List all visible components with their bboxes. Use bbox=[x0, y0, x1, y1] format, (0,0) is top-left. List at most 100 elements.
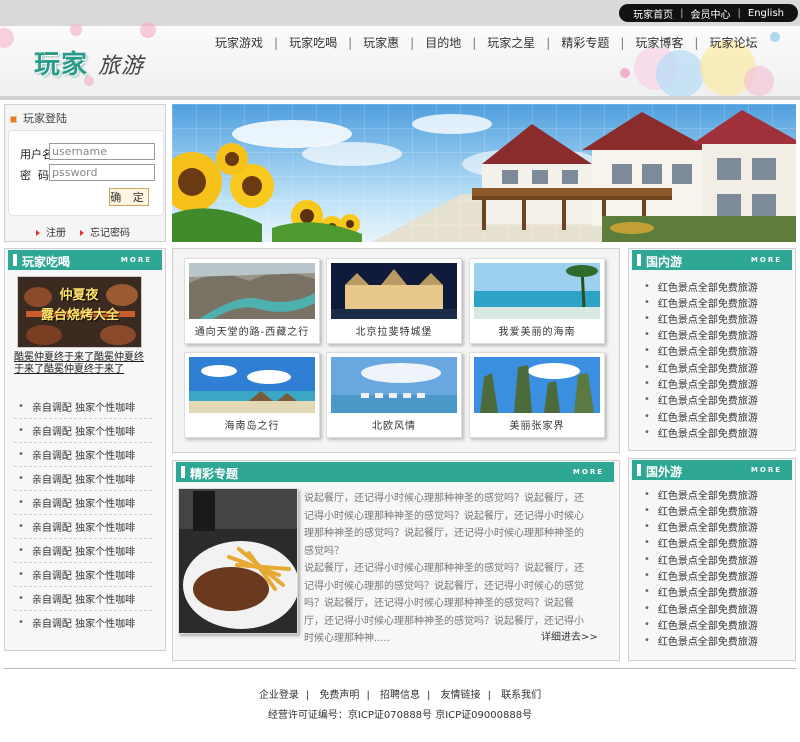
list-item[interactable]: 红色景点全部免费旅游 bbox=[640, 583, 790, 599]
divider: | bbox=[366, 690, 370, 701]
list-item[interactable]: 红色景点全部免费旅游 bbox=[640, 391, 790, 407]
domestic-section-title: 国内游 bbox=[646, 255, 683, 269]
photo-card-nordic[interactable]: 北欧风情 bbox=[326, 352, 462, 438]
steak-image bbox=[179, 489, 299, 633]
footer-link-jobs[interactable]: 招聘信息 bbox=[380, 690, 420, 701]
list-item[interactable]: 亲自调配 独家个性咖啡 bbox=[14, 467, 152, 491]
header-marker-icon bbox=[637, 464, 641, 476]
list-item[interactable]: 红色景点全部免费旅游 bbox=[640, 310, 790, 326]
nav-item-games[interactable]: 玩家游戏 bbox=[210, 34, 268, 51]
food-more-link[interactable]: MORE bbox=[121, 256, 152, 264]
top-link-member[interactable]: 会员中心 bbox=[691, 6, 731, 21]
list-item[interactable]: 亲自调配 独家个性咖啡 bbox=[14, 443, 152, 467]
divider: | bbox=[620, 35, 625, 50]
list-item[interactable]: 红色景点全部免费旅游 bbox=[640, 632, 790, 648]
photo-card-hainan[interactable]: 我爱美丽的海南 bbox=[469, 258, 605, 344]
list-item[interactable]: 红色景点全部免费旅游 bbox=[640, 534, 790, 550]
list-item[interactable]: 亲自调配 独家个性咖啡 bbox=[14, 587, 152, 611]
divider: | bbox=[737, 7, 741, 19]
feature-detail-link[interactable]: 详细进去>> bbox=[541, 628, 598, 643]
abroad-section-header: 国外游 MORE bbox=[632, 460, 792, 480]
feature-section-title: 精彩专题 bbox=[190, 467, 239, 481]
footer-link-login[interactable]: 企业登录 bbox=[259, 690, 299, 701]
password-field[interactable] bbox=[49, 164, 155, 181]
list-item[interactable]: 红色景点全部免费旅游 bbox=[640, 408, 790, 424]
feature-section-header: 精彩专题 MORE bbox=[176, 462, 614, 482]
photo-card-castle[interactable]: 北京拉斐特城堡 bbox=[326, 258, 462, 344]
username-field[interactable] bbox=[49, 143, 155, 160]
list-item[interactable]: 红色景点全部免费旅游 bbox=[640, 424, 790, 440]
top-links: 玩家首页 | 会员中心 | English bbox=[619, 4, 798, 22]
photo-card-hainan-island[interactable]: 海南岛之行 bbox=[184, 352, 320, 438]
nav-item-blog[interactable]: 玩家博客 bbox=[630, 34, 688, 51]
photo-card-tibet[interactable]: 通向天堂的路-西藏之行 bbox=[184, 258, 320, 344]
nav-item-stars[interactable]: 玩家之星 bbox=[482, 34, 540, 51]
footer-link-contact[interactable]: 联系我们 bbox=[501, 690, 541, 701]
bubble-decoration bbox=[70, 24, 82, 36]
list-item[interactable]: 红色景点全部免费旅游 bbox=[640, 342, 790, 358]
list-item[interactable]: 红色景点全部免费旅游 bbox=[640, 359, 790, 375]
list-item[interactable]: 红色景点全部免费旅游 bbox=[640, 294, 790, 310]
footer-divider bbox=[4, 668, 796, 669]
list-item[interactable]: 红色景点全部免费旅游 bbox=[640, 486, 790, 502]
photo-caption: 美丽张家界 bbox=[509, 421, 565, 432]
photo-card-zhangjiajie[interactable]: 美丽张家界 bbox=[469, 352, 605, 438]
divider: | bbox=[694, 35, 699, 50]
footer-link-friends[interactable]: 友情链接 bbox=[441, 690, 481, 701]
list-item[interactable]: 红色景点全部免费旅游 bbox=[640, 502, 790, 518]
banner-image bbox=[172, 104, 796, 242]
nav-item-destination[interactable]: 目的地 bbox=[420, 34, 466, 51]
footer-link-disclaimer[interactable]: 免费声明 bbox=[319, 690, 359, 701]
list-item[interactable]: 亲自调配 独家个性咖啡 bbox=[14, 491, 152, 515]
list-item[interactable]: 亲自调配 独家个性咖啡 bbox=[14, 563, 152, 587]
list-item[interactable]: 红色景点全部免费旅游 bbox=[640, 278, 790, 294]
divider: | bbox=[427, 690, 431, 701]
list-item[interactable]: 亲自调配 独家个性咖啡 bbox=[14, 395, 152, 419]
arrow-icon bbox=[80, 230, 84, 236]
password-label: 密 码 bbox=[20, 169, 49, 182]
divider: | bbox=[410, 35, 415, 50]
list-item[interactable]: 红色景点全部免费旅游 bbox=[640, 551, 790, 567]
forgot-password-link[interactable]: 忘记密码 bbox=[80, 224, 130, 239]
nav-item-deals[interactable]: 玩家惠 bbox=[358, 34, 404, 51]
photo-caption: 北京拉斐特城堡 bbox=[355, 327, 433, 338]
list-item[interactable]: 亲自调配 独家个性咖啡 bbox=[14, 539, 152, 563]
list-item[interactable]: 亲自调配 独家个性咖啡 bbox=[14, 515, 152, 539]
list-item[interactable]: 亲自调配 独家个性咖啡 bbox=[14, 610, 152, 634]
list-item[interactable]: 红色景点全部免费旅游 bbox=[640, 567, 790, 583]
abroad-more-link[interactable]: MORE bbox=[751, 466, 782, 474]
photo-caption: 北欧风情 bbox=[372, 421, 416, 432]
list-item[interactable]: 红色景点全部免费旅游 bbox=[640, 375, 790, 391]
nav-item-food[interactable]: 玩家吃喝 bbox=[284, 34, 342, 51]
photo-nordic bbox=[331, 357, 457, 413]
list-item[interactable]: 红色景点全部免费旅游 bbox=[640, 518, 790, 534]
register-link[interactable]: 注册 bbox=[36, 224, 66, 239]
logo[interactable]: 玩家 bbox=[34, 44, 88, 81]
divider: | bbox=[472, 35, 477, 50]
feature-more-link[interactable]: MORE bbox=[573, 468, 604, 476]
divider: | bbox=[305, 690, 310, 701]
footer-links: 企业登录 | 免费声明 | 招聘信息 | 友情链接 | 联系我们 bbox=[0, 686, 800, 701]
header-marker-icon bbox=[637, 254, 641, 266]
top-link-home[interactable]: 玩家首页 bbox=[633, 6, 673, 21]
bubble-decoration bbox=[770, 32, 780, 42]
photo-caption: 通向天堂的路-西藏之行 bbox=[194, 327, 310, 338]
food-desc-link[interactable]: 酷冕仲夏终于来了酷冕仲夏终于来了酷冕仲夏终于来了 bbox=[14, 352, 150, 376]
list-item[interactable]: 红色景点全部免费旅游 bbox=[640, 600, 790, 616]
top-link-english[interactable]: English bbox=[748, 8, 784, 19]
main-nav: 玩家游戏 | 玩家吃喝 | 玩家惠 | 目的地 | 玩家之星 | 精彩专题 | 玩家博客 | … bbox=[210, 34, 762, 51]
photo-caption: 我爱美丽的海南 bbox=[498, 327, 576, 338]
nav-item-forum[interactable]: 玩家论坛 bbox=[704, 34, 762, 51]
divider: | bbox=[348, 35, 353, 50]
domestic-more-link[interactable]: MORE bbox=[751, 256, 782, 264]
logo-subtitle: 旅游 bbox=[98, 54, 145, 79]
feature-image[interactable] bbox=[178, 488, 299, 634]
forgot-label: 忘记密码 bbox=[90, 228, 130, 239]
login-submit-button[interactable]: 确 定 bbox=[109, 188, 149, 206]
list-item[interactable]: 亲自调配 独家个性咖啡 bbox=[14, 419, 152, 443]
domestic-section-header: 国内游 MORE bbox=[632, 250, 792, 270]
list-item[interactable]: 红色景点全部免费旅游 bbox=[640, 616, 790, 632]
list-item[interactable]: 红色景点全部免费旅游 bbox=[640, 326, 790, 342]
nav-item-topics[interactable]: 精彩专题 bbox=[556, 34, 614, 51]
photo-hainan-island bbox=[189, 357, 315, 413]
